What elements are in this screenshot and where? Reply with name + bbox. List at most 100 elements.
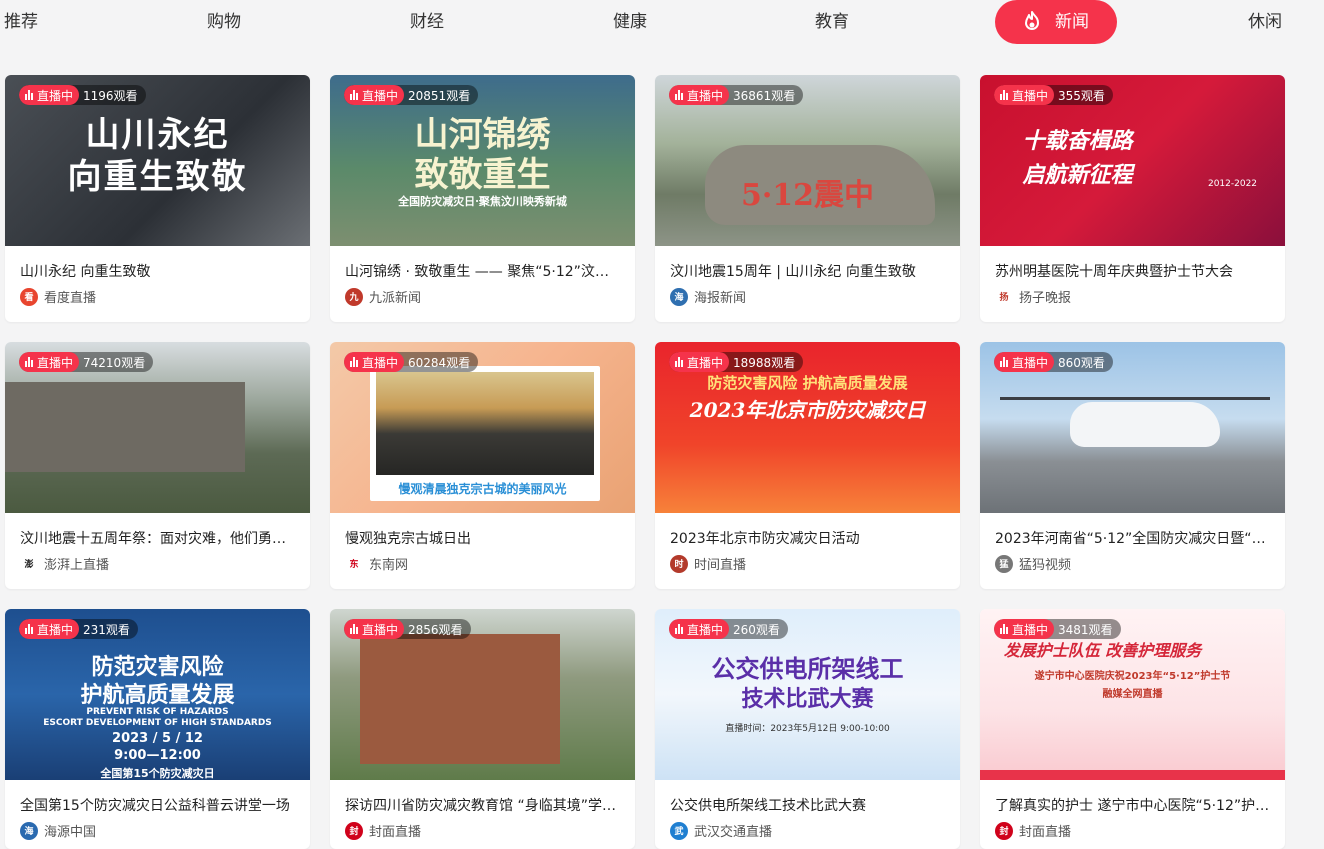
source[interactable]: 看 看度直播 — [20, 287, 96, 306]
live-badge: 直播中 60284观看 — [344, 352, 479, 372]
live-card[interactable]: 公交供电所架线工 技术比武大赛 直播时间：2023年5月12日 9:00-10:… — [655, 609, 960, 849]
source-name: 九派新闻 — [369, 291, 422, 306]
live-badge: 直播中 860观看 — [994, 352, 1113, 372]
live-bars-icon — [350, 357, 358, 367]
sunrise-photo — [376, 372, 594, 475]
live-card[interactable]: 防范灾害风险 护航高质量发展 2023年北京市防灾减灾日 直播中 18988观看… — [655, 342, 960, 589]
source-logo-icon: 海 — [20, 821, 38, 840]
view-count: 60284观看 — [408, 355, 471, 370]
live-bars-icon — [25, 90, 33, 100]
live-card[interactable]: 山河锦绣 致敬重生 全国防灾减灾日·聚焦汶川映秀新城 直播中 20851观看 山… — [330, 75, 635, 322]
source[interactable]: 猛 猛犸视频 — [995, 554, 1071, 573]
thumb-text: PREVENT RISK OF HAZARDS — [86, 707, 229, 717]
live-bars-icon — [675, 357, 683, 367]
thumb-text: 防范灾害风险 护航高质量发展 — [707, 374, 908, 392]
ruins-building — [5, 382, 245, 472]
tab-education[interactable]: 教育 — [815, 6, 849, 38]
card-title[interactable]: 2023年北京市防灾减灾日活动 — [670, 528, 945, 548]
source-logo-icon: 猛 — [995, 554, 1013, 573]
card-title[interactable]: 汶川地震十五周年祭：面对灾难，他们勇敢坚强 — [20, 528, 295, 548]
tab-finance[interactable]: 财经 — [410, 6, 444, 38]
card-title[interactable]: 山河锦绣 · 致敬重生 —— 聚焦“5·12”汶川地震15周年 — [345, 261, 620, 281]
live-label: 直播中 — [37, 88, 74, 103]
live-label: 直播中 — [37, 355, 74, 370]
thumb-text: 慢观清晨独克宗古城的美丽风光 — [398, 482, 567, 496]
card-title[interactable]: 了解真实的护士 遂宁市中心医院“5·12”护士节 — [995, 795, 1270, 815]
source-logo-icon: 九 — [345, 287, 363, 306]
tab-news[interactable]: 新闻 — [995, 0, 1117, 44]
view-count: 2856观看 — [408, 622, 463, 637]
source-name: 时间直播 — [694, 558, 747, 573]
live-label: 直播中 — [37, 622, 74, 637]
live-card[interactable]: 发展护士队伍 改善护理服务 遂宁市中心医院庆祝2023年“5·12”护士节 融媒… — [980, 609, 1285, 849]
tab-shopping[interactable]: 购物 — [207, 6, 241, 38]
live-card[interactable]: 慢观清晨独克宗古城的美丽风光 直播中 60284观看 慢观独克宗古城日出 东 东… — [330, 342, 635, 589]
card-title[interactable]: 汶川地震15周年 | 山川永纪 向重生致敬 — [670, 261, 945, 281]
live-card[interactable]: 直播中 860观看 2023年河南省“5·12”全国防灾减灾日暨“安全生产月”活… — [980, 342, 1285, 589]
card-title[interactable]: 探访四川省防灾减灾教育馆 “身临其境”学习防灾知识 — [345, 795, 620, 815]
live-badge: 直播中 231观看 — [19, 619, 138, 639]
live-badge: 直播中 20851观看 — [344, 85, 479, 105]
live-bars-icon — [25, 624, 33, 634]
source-name: 武汉交通直播 — [694, 825, 773, 840]
source-name: 东南网 — [369, 558, 409, 573]
card-title[interactable]: 慢观独克宗古城日出 — [345, 528, 620, 548]
view-count: 1196观看 — [83, 88, 138, 103]
source-logo-icon: 看 — [20, 287, 38, 306]
source[interactable]: 武 武汉交通直播 — [670, 821, 772, 840]
live-card[interactable]: 十载奋楫路 启航新征程 2012-2022 直播中 355观看 苏州明基医院十周… — [980, 75, 1285, 322]
thumb-text: 2023 / 5 / 12 — [112, 731, 203, 746]
live-badge: 直播中 1196观看 — [19, 85, 146, 105]
thumb-text: 技术比武大赛 — [741, 686, 874, 712]
source-logo-icon: 扬 — [995, 287, 1013, 306]
source[interactable]: 时 时间直播 — [670, 554, 746, 573]
live-badge: 直播中 74210观看 — [19, 352, 154, 372]
live-label: 直播中 — [1012, 88, 1049, 103]
card-title[interactable]: 全国第15个防灾减灾日公益科普云讲堂一场 — [20, 795, 295, 815]
source[interactable]: 封 封面直播 — [345, 821, 421, 840]
source[interactable]: 海 海报新闻 — [670, 287, 746, 306]
live-label: 直播中 — [687, 622, 724, 637]
source[interactable]: 扬 扬子晚报 — [995, 287, 1071, 306]
source[interactable]: 九 九派新闻 — [345, 287, 421, 306]
fire-icon — [1025, 11, 1039, 30]
live-label: 直播中 — [687, 355, 724, 370]
category-tabs: 推荐 购物 财经 健康 教育 新闻 休闲 — [0, 0, 1324, 48]
card-title[interactable]: 公交供电所架线工技术比武大赛 — [670, 795, 945, 815]
live-card[interactable]: 山川永纪 向重生致敬 直播中 1196观看 山川永纪 向重生致敬 看 看度直播 — [5, 75, 310, 322]
live-card[interactable]: 防范灾害风险 护航高质量发展 PREVENT RISK OF HAZARDS E… — [5, 609, 310, 849]
thumb-text: 融媒全网直播 — [1102, 689, 1163, 700]
view-count: 36861观看 — [733, 88, 796, 103]
live-card[interactable]: 直播中 2856观看 探访四川省防灾减灾教育馆 “身临其境”学习防灾知识 封 封… — [330, 609, 635, 849]
source-name: 澎湃上直播 — [44, 558, 110, 573]
thumb-text: 2023年北京市防灾减灾日 — [689, 398, 926, 422]
live-card[interactable]: 5·12震中 直播中 36861观看 汶川地震15周年 | 山川永纪 向重生致敬… — [655, 75, 960, 322]
card-title[interactable]: 山川永纪 向重生致敬 — [20, 261, 295, 281]
live-card[interactable]: 直播中 74210观看 汶川地震十五周年祭：面对灾难，他们勇敢坚强 澎 澎湃上直… — [5, 342, 310, 589]
source-logo-icon: 东 — [345, 554, 363, 573]
source[interactable]: 封 封面直播 — [995, 821, 1071, 840]
source-name: 看度直播 — [44, 291, 97, 306]
source-name: 猛犸视频 — [1019, 558, 1072, 573]
live-bars-icon — [1000, 624, 1008, 634]
tab-recommend[interactable]: 推荐 — [4, 6, 38, 38]
source-logo-icon: 武 — [670, 821, 688, 840]
thumb-text: 向重生致敬 — [67, 157, 248, 197]
thumb-text: 遂宁市中心医院庆祝2023年“5·12”护士节 — [1034, 671, 1231, 682]
source[interactable]: 澎 澎湃上直播 — [20, 554, 109, 573]
source[interactable]: 海 海源中国 — [20, 821, 96, 840]
live-badge: 直播中 36861观看 — [669, 85, 804, 105]
source[interactable]: 东 东南网 — [345, 554, 408, 573]
card-title[interactable]: 苏州明基医院十周年庆典暨护士节大会 — [995, 261, 1270, 281]
live-label: 直播中 — [1012, 622, 1049, 637]
tab-leisure[interactable]: 休闲 — [1248, 6, 1282, 38]
view-count: 3481观看 — [1058, 622, 1113, 637]
live-bars-icon — [675, 90, 683, 100]
tab-health[interactable]: 健康 — [613, 6, 647, 38]
card-title[interactable]: 2023年河南省“5·12”全国防灾减灾日暨“安全生产月”活动 — [995, 528, 1270, 548]
live-badge: 直播中 355观看 — [994, 85, 1113, 105]
live-bars-icon — [25, 357, 33, 367]
thumb-text: 全国第15个防灾减灾日 — [100, 767, 215, 780]
thumb-text: 全国防灾减灾日·聚焦汶川映秀新城 — [398, 195, 567, 208]
helicopter-shape — [1070, 402, 1220, 447]
